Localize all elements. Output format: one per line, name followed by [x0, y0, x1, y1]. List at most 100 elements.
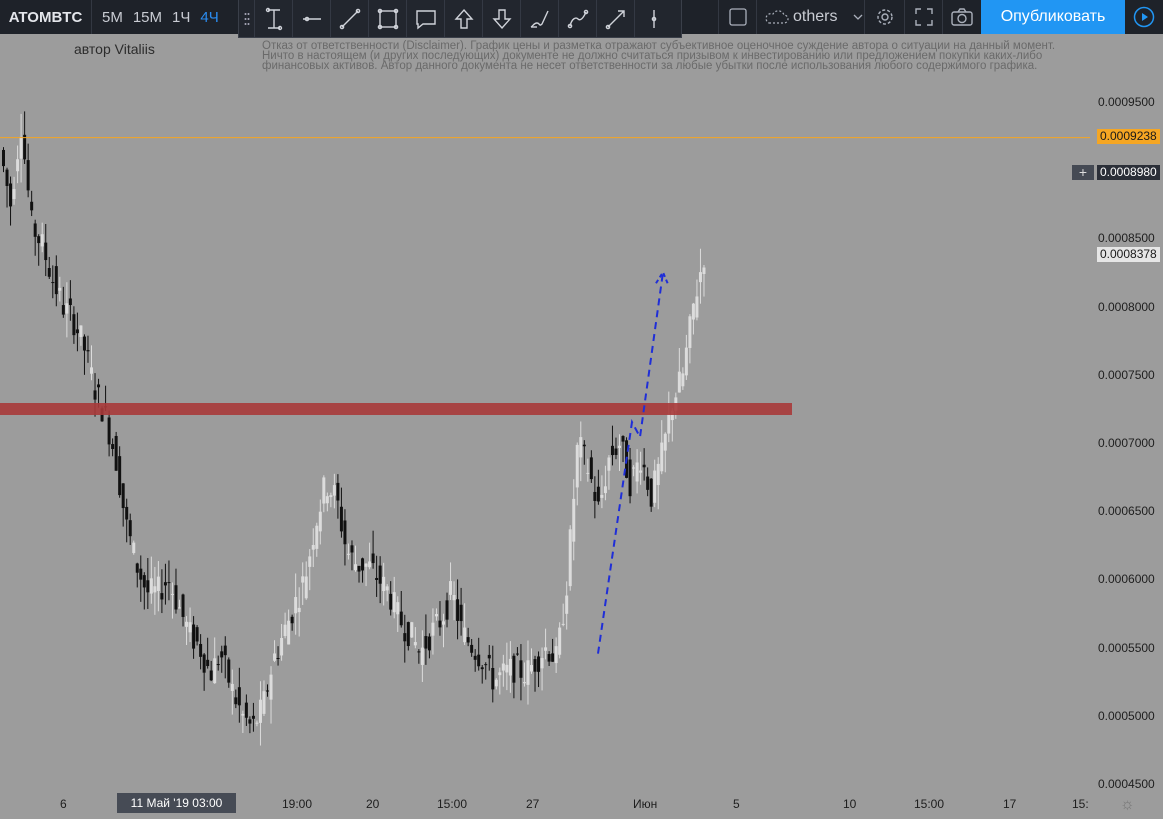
candle-body	[37, 236, 41, 244]
candle-body	[639, 470, 643, 473]
candle-body	[646, 476, 650, 490]
candle-body	[86, 350, 90, 352]
candle-body	[287, 620, 291, 645]
candle-body	[582, 444, 586, 447]
candles-group	[2, 111, 706, 746]
candle-body	[202, 654, 206, 673]
candle-body	[653, 470, 657, 503]
candle-body	[434, 614, 438, 617]
candle-body	[505, 664, 509, 673]
horizontal-ray-icon[interactable]	[293, 0, 331, 37]
candle-body	[297, 607, 301, 613]
candle-body	[378, 565, 382, 584]
candle-body	[111, 444, 115, 450]
symbol-selector[interactable]: ATOMBTC	[0, 0, 92, 34]
candle-body	[199, 643, 203, 657]
candle-body	[649, 478, 653, 507]
timeframe-15m[interactable]: 15M	[128, 0, 167, 34]
candle-body	[526, 660, 530, 685]
right-toolbar: others	[718, 0, 980, 34]
candle-body	[339, 506, 343, 532]
candle-body	[487, 654, 491, 659]
candle-body	[65, 303, 69, 314]
candle-body	[364, 563, 368, 567]
timeframe-1h[interactable]: 1Ч	[167, 0, 195, 34]
candle-body	[477, 654, 481, 667]
square-icon[interactable]	[718, 0, 756, 34]
candle-body	[19, 136, 23, 159]
price-chart[interactable]	[0, 34, 1163, 819]
rectangle-icon[interactable]	[369, 0, 407, 37]
candle-body	[470, 644, 474, 653]
candle-body	[596, 486, 600, 502]
vertical-line-icon[interactable]	[635, 0, 673, 37]
candle-body	[135, 563, 139, 573]
candle-body	[522, 682, 526, 684]
gear-icon[interactable]	[864, 0, 904, 34]
add-alert-button[interactable]: +	[1072, 165, 1094, 180]
candle-body	[12, 189, 16, 200]
candle-body	[121, 483, 125, 509]
publish-button[interactable]: Опубликовать	[981, 0, 1125, 34]
candle-body	[107, 417, 111, 445]
candle-body	[688, 316, 692, 348]
candle-body	[586, 472, 590, 474]
timeframe-4h[interactable]: 4Ч	[195, 0, 223, 34]
chevron-down-icon	[854, 14, 863, 20]
hline-price-tag: 0.0009238	[1097, 129, 1160, 144]
candle-body	[178, 607, 181, 609]
candle-body	[621, 436, 625, 442]
candle-body	[68, 298, 72, 306]
candle-body	[241, 713, 245, 716]
candle-body	[589, 457, 593, 480]
candle-body	[508, 658, 512, 676]
candle-body	[213, 658, 217, 684]
candle-body	[494, 679, 498, 687]
drag-handle-icon[interactable]	[239, 0, 255, 37]
candle-body	[33, 223, 37, 237]
candle-body	[579, 437, 583, 458]
play-icon[interactable]	[1125, 0, 1163, 34]
candle-body	[146, 580, 150, 593]
candle-body	[368, 561, 372, 568]
candle-body	[90, 367, 93, 374]
candle-body	[61, 305, 65, 315]
candle-body	[667, 414, 671, 434]
callout-icon[interactable]	[407, 0, 445, 37]
text-cursor-icon[interactable]	[255, 0, 293, 37]
cloud-icon	[765, 10, 789, 24]
candle-body	[498, 672, 502, 676]
gear-icon[interactable]: ☼	[1120, 796, 1135, 814]
others-dropdown[interactable]: others	[756, 0, 864, 34]
price-label: 0.0006000	[1098, 572, 1155, 586]
candle-body	[58, 287, 62, 291]
camera-icon[interactable]	[942, 0, 980, 34]
candle-body	[403, 633, 407, 642]
candle-body	[600, 494, 604, 498]
candle-body	[216, 664, 220, 666]
candle-body	[660, 442, 664, 472]
trend-line-icon[interactable]	[331, 0, 369, 37]
time-label: 17	[1003, 797, 1017, 811]
candle-body	[185, 621, 189, 627]
brush-icon[interactable]	[521, 0, 559, 37]
candle-body	[417, 651, 421, 653]
candle-body	[371, 553, 375, 564]
arrow-line-icon[interactable]	[597, 0, 635, 37]
candle-body	[628, 459, 632, 497]
candle-body	[280, 637, 284, 656]
path-icon[interactable]	[559, 0, 597, 37]
candle-body	[26, 160, 30, 191]
candle-body	[332, 485, 336, 496]
arrow-up-icon[interactable]	[445, 0, 483, 37]
crosshair-price-tag: 0.0008980	[1097, 165, 1160, 180]
candle-body	[336, 482, 340, 501]
resistance-zone[interactable]	[0, 403, 792, 416]
candle-body	[142, 575, 146, 588]
timeframe-5m[interactable]: 5M	[97, 0, 128, 34]
candle-body	[572, 498, 576, 542]
candle-body	[466, 637, 470, 643]
candle-body	[23, 134, 27, 160]
arrow-down-icon[interactable]	[483, 0, 521, 37]
fullscreen-icon[interactable]	[904, 0, 942, 34]
